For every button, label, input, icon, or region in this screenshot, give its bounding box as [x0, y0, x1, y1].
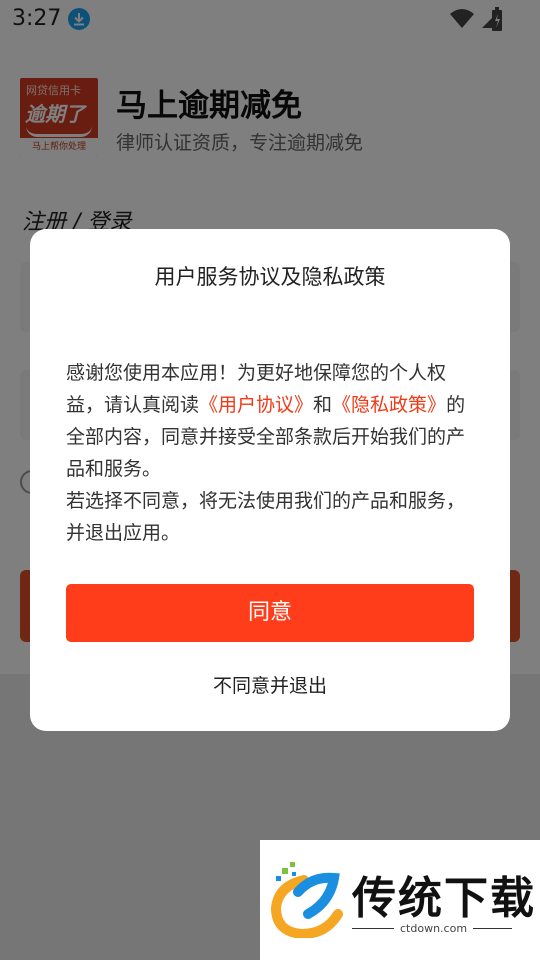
watermark: 传统下载 ctdown.com: [260, 840, 540, 960]
user-agreement-link[interactable]: 《用户协议》: [199, 394, 313, 416]
dialog-paragraph-2: 若选择不同意，将无法使用我们的产品和服务，并退出应用。: [66, 490, 466, 544]
agree-button[interactable]: 同意: [66, 584, 474, 642]
dialog-title: 用户服务协议及隐私政策: [154, 265, 386, 289]
privacy-dialog: 用户服务协议及隐私政策 感谢您使用本应用！为更好地保障您的个人权益，请认真阅读《…: [30, 229, 510, 731]
dialog-body: 感谢您使用本应用！为更好地保障您的个人权益，请认真阅读《用户协议》和《隐私政策》…: [66, 357, 476, 549]
watermark-url: ctdown.com: [394, 922, 474, 935]
watermark-logo-icon: [270, 862, 343, 938]
dialog-paragraph-1: 感谢您使用本应用！为更好地保障您的个人权益，请认真阅读《用户协议》和《隐私政策》…: [66, 362, 466, 480]
privacy-policy-link[interactable]: 《隐私政策》: [332, 394, 446, 416]
disagree-exit-button[interactable]: 不同意并退出: [66, 671, 474, 701]
watermark-text: 传统下载: [352, 873, 536, 924]
